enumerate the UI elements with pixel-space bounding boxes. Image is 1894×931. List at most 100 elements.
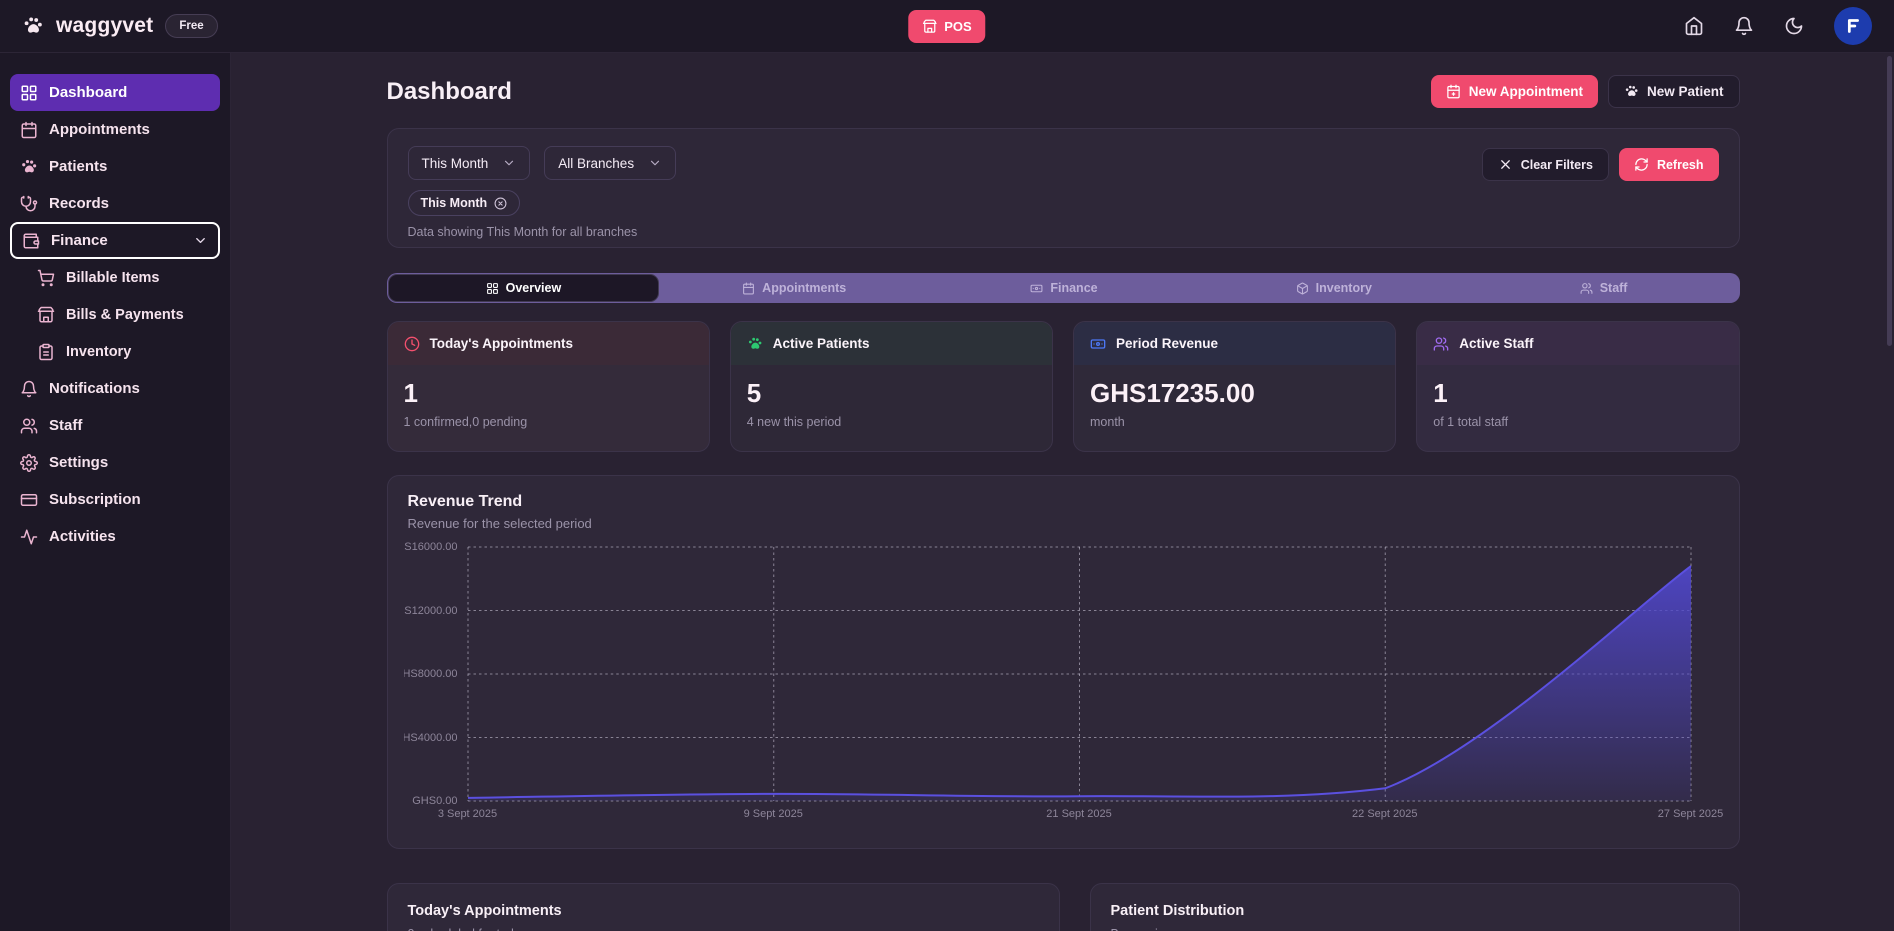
sidebar-item-staff[interactable]: Staff	[10, 407, 220, 444]
revenue-trend-chart: GHS16000.00GHS12000.00GHS8000.00GHS4000.…	[408, 545, 1719, 828]
sidebar-item-billable-items[interactable]: Billable Items	[27, 259, 220, 296]
store-icon	[37, 306, 55, 324]
clear-filters-label: Clear Filters	[1521, 158, 1593, 172]
paw-icon	[747, 336, 763, 352]
new-patient-button[interactable]: New Patient	[1608, 75, 1740, 108]
sidebar-item-patients[interactable]: Patients	[10, 148, 220, 185]
clock-icon	[404, 336, 420, 352]
calendar-plus-icon	[1446, 84, 1461, 99]
y-axis: GHS16000.00GHS12000.00GHS8000.00GHS4000.…	[408, 545, 462, 803]
tab-label: Inventory	[1316, 281, 1372, 295]
x-axis-tick-label: 27 Sept 2025	[1658, 808, 1723, 820]
stat-subtitle: month	[1090, 415, 1379, 429]
sidebar-item-label: Appointments	[49, 121, 150, 138]
topbar: waggyvet Free POS	[0, 0, 1894, 53]
calendar-icon	[20, 121, 38, 139]
new-appointment-label: New Appointment	[1469, 84, 1583, 99]
sidebar-item-notifications[interactable]: Notifications	[10, 370, 220, 407]
banknote-icon	[1090, 336, 1106, 352]
stat-title: Period Revenue	[1116, 336, 1218, 351]
stat-title: Today's Appointments	[430, 336, 573, 351]
home-icon[interactable]	[1684, 16, 1704, 36]
chart-title: Revenue Trend	[408, 493, 1719, 511]
y-axis-tick-label: GHS0.00	[404, 795, 458, 807]
stat-card-active-patients: Active Patients 5 4 new this period	[730, 321, 1053, 452]
new-patient-label: New Patient	[1647, 84, 1724, 99]
x-icon	[1498, 157, 1513, 172]
stat-value: GHS17235.00	[1090, 378, 1379, 409]
calendar-icon	[742, 282, 755, 295]
main-content: Dashboard New Appointment New Patient Th…	[232, 53, 1894, 931]
avatar[interactable]	[1834, 7, 1872, 45]
sidebar-item-label: Inventory	[66, 344, 131, 360]
users-icon	[1580, 282, 1593, 295]
sidebar-item-records[interactable]: Records	[10, 185, 220, 222]
plot-area: 3 Sept 20259 Sept 202521 Sept 202522 Sep…	[466, 545, 1693, 803]
stat-value: 5	[747, 378, 1036, 409]
revenue-trend-card: Revenue Trend Revenue for the selected p…	[387, 475, 1740, 849]
users-icon	[1433, 336, 1449, 352]
chevron-down-icon	[648, 156, 662, 170]
pos-button[interactable]: POS	[908, 10, 985, 43]
x-axis-tick-label: 22 Sept 2025	[1352, 808, 1417, 820]
period-select[interactable]: This Month	[408, 146, 531, 180]
store-icon	[922, 19, 937, 34]
refresh-button[interactable]: Refresh	[1619, 148, 1719, 181]
bell-icon	[20, 380, 38, 398]
branch-select[interactable]: All Branches	[544, 146, 676, 180]
sidebar-item-inventory[interactable]: Inventory	[27, 333, 220, 370]
tab-overview[interactable]: Overview	[388, 274, 660, 302]
sidebar-item-appointments[interactable]: Appointments	[10, 111, 220, 148]
new-appointment-button[interactable]: New Appointment	[1431, 75, 1598, 108]
sidebar-item-activities[interactable]: Activities	[10, 518, 220, 555]
sidebar-item-label: Finance	[51, 232, 108, 249]
dashboard-tabs: Overview Appointments Finance Inventory …	[387, 273, 1740, 303]
y-axis-tick-label: GHS8000.00	[404, 668, 458, 680]
sidebar-item-settings[interactable]: Settings	[10, 444, 220, 481]
tab-label: Appointments	[762, 281, 846, 295]
cart-icon	[37, 269, 55, 287]
filters-card: This Month All Branches This Month Data …	[387, 128, 1740, 248]
sidebar-item-label: Settings	[49, 454, 108, 471]
tab-appointments[interactable]: Appointments	[659, 274, 929, 302]
brand-logo[interactable]: waggyvet Free	[22, 14, 218, 38]
stat-card-active-staff: Active Staff 1 of 1 total staff	[1416, 321, 1739, 452]
todays-appointments-card: Today's Appointments 0 scheduled for tod…	[387, 883, 1060, 931]
stat-subtitle: of 1 total staff	[1433, 415, 1722, 429]
tab-inventory[interactable]: Inventory	[1199, 274, 1469, 302]
tab-label: Overview	[506, 281, 562, 295]
stat-title: Active Staff	[1459, 336, 1533, 351]
sidebar-item-label: Patients	[49, 158, 107, 175]
plan-badge: Free	[165, 14, 217, 38]
package-icon	[1296, 282, 1309, 295]
tab-staff[interactable]: Staff	[1469, 274, 1739, 302]
refresh-icon	[1634, 157, 1649, 172]
sidebar-item-dashboard[interactable]: Dashboard	[10, 74, 220, 111]
bell-icon[interactable]	[1734, 16, 1754, 36]
sidebar-item-finance[interactable]: Finance	[10, 222, 220, 259]
activity-icon	[20, 528, 38, 546]
card-subtitle: By species	[1111, 927, 1719, 931]
period-filter-chip[interactable]: This Month	[408, 190, 521, 216]
sidebar-item-subscription[interactable]: Subscription	[10, 481, 220, 518]
remove-filter-icon[interactable]	[494, 197, 507, 210]
sidebar: Dashboard Appointments Patients Records …	[0, 53, 231, 931]
sidebar-item-label: Subscription	[49, 491, 141, 508]
sidebar-item-bills-payments[interactable]: Bills & Payments	[27, 296, 220, 333]
chevron-down-icon	[502, 156, 516, 170]
chip-label: This Month	[421, 196, 488, 210]
topbar-actions	[1684, 7, 1872, 45]
paw-icon	[1624, 84, 1639, 99]
clear-filters-button[interactable]: Clear Filters	[1482, 148, 1609, 181]
stat-card-todays-appointments: Today's Appointments 1 1 confirmed,0 pen…	[387, 321, 710, 452]
stethoscope-icon	[20, 195, 38, 213]
tab-finance[interactable]: Finance	[929, 274, 1199, 302]
pos-label: POS	[944, 19, 971, 34]
credit-card-icon	[20, 491, 38, 509]
filter-summary: Data showing This Month for all branches	[408, 225, 1719, 239]
chevron-down-icon	[193, 233, 208, 248]
page-title: Dashboard	[387, 78, 512, 106]
scrollbar[interactable]	[1887, 56, 1892, 346]
moon-icon[interactable]	[1784, 16, 1804, 36]
clipboard-icon	[37, 343, 55, 361]
